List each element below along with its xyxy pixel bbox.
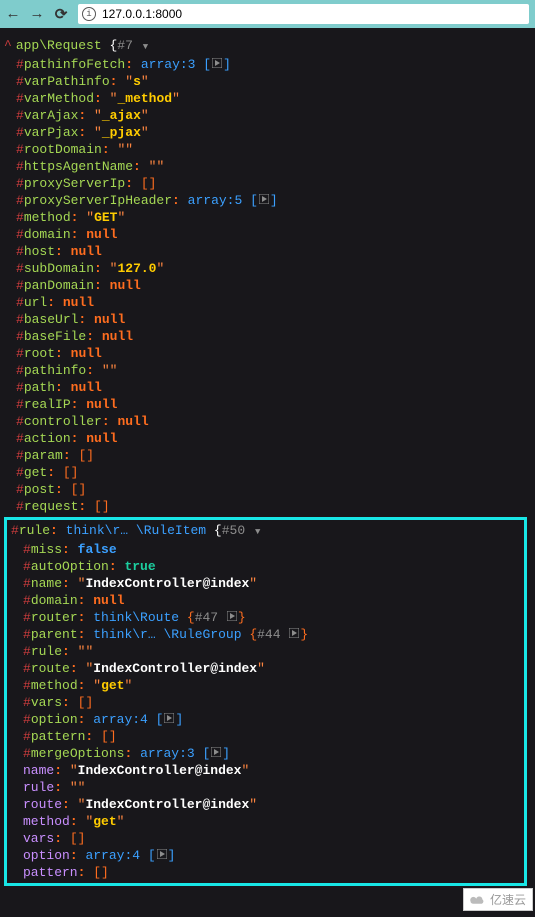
prop-url[interactable]: #url: null: [4, 294, 531, 311]
prop-baseFile[interactable]: #baseFile: null: [4, 328, 531, 345]
prop-router[interactable]: #router: think\Route {#47 }: [11, 609, 520, 626]
url-bar[interactable]: i 127.0.0.1:8000: [78, 4, 529, 24]
prop-pathinfo[interactable]: #pathinfo: "": [4, 362, 531, 379]
prop-action[interactable]: #action: null: [4, 430, 531, 447]
prop-realIP[interactable]: #realIP: null: [4, 396, 531, 413]
expand-icon[interactable]: [163, 713, 175, 723]
prop-pattern[interactable]: #pattern: []: [11, 728, 520, 745]
prop-rootDomain[interactable]: #rootDomain: "": [4, 141, 531, 158]
prop-get[interactable]: #get: []: [4, 464, 531, 481]
prop-vars[interactable]: vars: []: [11, 830, 520, 847]
prop-parent[interactable]: #parent: think\r… \RuleGroup {#44 }: [11, 626, 520, 643]
expand-icon[interactable]: [210, 747, 222, 757]
prop-name[interactable]: name: "IndexController@index": [11, 762, 520, 779]
prop-request[interactable]: #request: []: [4, 498, 531, 515]
prop-miss[interactable]: #miss: false: [11, 541, 520, 558]
prop-pathinfoFetch[interactable]: #pathinfoFetch: array:3 []: [4, 56, 531, 73]
reload-icon[interactable]: ⟳: [54, 7, 68, 21]
prop-varPathinfo[interactable]: #varPathinfo: "s": [4, 73, 531, 90]
prop-controller[interactable]: #controller: null: [4, 413, 531, 430]
prop-route[interactable]: route: "IndexController@index": [11, 796, 520, 813]
info-icon[interactable]: i: [82, 7, 96, 21]
prop-mergeOptions[interactable]: #mergeOptions: array:3 []: [11, 745, 520, 762]
chevron-down-icon[interactable]: ▼: [143, 42, 148, 52]
expand-icon[interactable]: [211, 58, 223, 68]
prop-proxyServerIpHeader[interactable]: #proxyServerIpHeader: array:5 []: [4, 192, 531, 209]
rule-object-header[interactable]: #rule: think\r… \RuleItem {#50 ▼: [11, 522, 520, 541]
url-text: 127.0.0.1:8000: [102, 7, 182, 21]
watermark: 亿速云: [463, 888, 533, 911]
expand-icon[interactable]: [156, 849, 168, 859]
caret-icon: ^: [4, 38, 12, 53]
prop-varAjax[interactable]: #varAjax: "_ajax": [4, 107, 531, 124]
prop-pattern[interactable]: pattern: []: [11, 864, 520, 881]
cloud-icon: [470, 895, 486, 905]
forward-icon[interactable]: →: [30, 7, 44, 21]
prop-method[interactable]: #method: "GET": [4, 209, 531, 226]
prop-varMethod[interactable]: #varMethod: "_method": [4, 90, 531, 107]
expand-icon[interactable]: [226, 611, 238, 621]
debug-panel: ^app\Request {#7 ▼ #pathinfoFetch: array…: [0, 28, 535, 917]
prop-baseUrl[interactable]: #baseUrl: null: [4, 311, 531, 328]
prop-route[interactable]: #route: "IndexController@index": [11, 660, 520, 677]
prop-subDomain[interactable]: #subDomain: "127.0": [4, 260, 531, 277]
prop-root[interactable]: #root: null: [4, 345, 531, 362]
prop-method[interactable]: method: "get": [11, 813, 520, 830]
prop-param[interactable]: #param: []: [4, 447, 531, 464]
prop-host[interactable]: #host: null: [4, 243, 531, 260]
prop-varPjax[interactable]: #varPjax: "_pjax": [4, 124, 531, 141]
prop-rule[interactable]: #rule: "": [11, 643, 520, 660]
highlighted-rule-box: #rule: think\r… \RuleItem {#50 ▼ #miss: …: [4, 517, 527, 886]
prop-autoOption[interactable]: #autoOption: true: [11, 558, 520, 575]
prop-path[interactable]: #path: null: [4, 379, 531, 396]
prop-method[interactable]: #method: "get": [11, 677, 520, 694]
prop-domain[interactable]: #domain: null: [11, 592, 520, 609]
browser-bar: ← → ⟳ i 127.0.0.1:8000: [0, 0, 535, 28]
prop-option[interactable]: #option: array:4 []: [11, 711, 520, 728]
prop-httpsAgentName[interactable]: #httpsAgentName: "": [4, 158, 531, 175]
back-icon[interactable]: ←: [6, 7, 20, 21]
prop-option[interactable]: option: array:4 []: [11, 847, 520, 864]
prop-name[interactable]: #name: "IndexController@index": [11, 575, 520, 592]
root-object-header[interactable]: ^app\Request {#7 ▼: [4, 37, 531, 56]
prop-rule[interactable]: rule: "": [11, 779, 520, 796]
prop-post[interactable]: #post: []: [4, 481, 531, 498]
expand-icon[interactable]: [258, 194, 270, 204]
chevron-down-icon[interactable]: ▼: [255, 527, 260, 537]
prop-vars[interactable]: #vars: []: [11, 694, 520, 711]
expand-icon[interactable]: [288, 628, 300, 638]
prop-proxyServerIp[interactable]: #proxyServerIp: []: [4, 175, 531, 192]
prop-panDomain[interactable]: #panDomain: null: [4, 277, 531, 294]
prop-domain[interactable]: #domain: null: [4, 226, 531, 243]
